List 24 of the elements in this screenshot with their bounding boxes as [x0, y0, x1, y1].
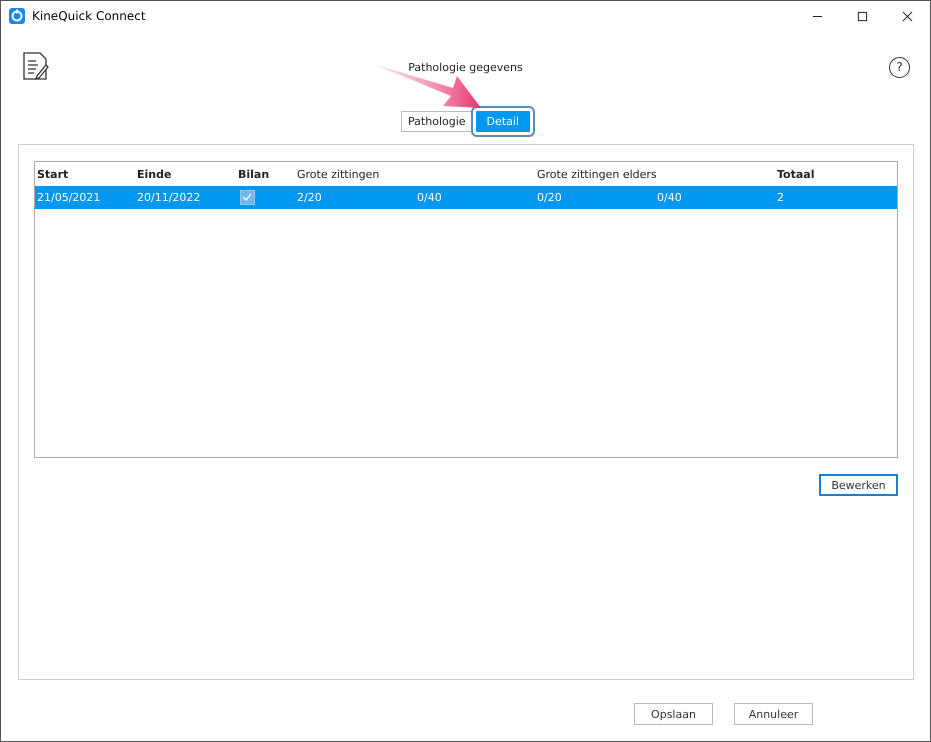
table-cell-text: 0/20 — [536, 191, 563, 204]
column-header: Grote zittingen elders — [536, 168, 655, 180]
edit-button[interactable]: Bewerken — [819, 474, 898, 496]
table-cell-text: 0/40 — [656, 191, 683, 204]
checkbox[interactable] — [240, 190, 255, 205]
app-logo-icon — [9, 8, 25, 24]
tab[interactable]: Pathologie — [401, 111, 473, 132]
table-cell-text: 20/11/2022 — [136, 191, 202, 204]
page-title: Pathologie gegevens — [408, 60, 523, 74]
table-cell-text: 21/05/2021 — [36, 191, 102, 204]
table-cell-text: 2 — [776, 191, 785, 204]
dialog-button[interactable]: Opslaan — [634, 703, 713, 725]
window-title: KineQuick Connect — [32, 9, 146, 23]
help-button[interactable]: ? — [889, 56, 910, 78]
document-pen-icon — [21, 51, 51, 83]
column-header: Totaal — [776, 168, 816, 180]
dialog-button[interactable]: Annuleer — [734, 703, 813, 725]
column-header: Grote zittingen — [296, 168, 380, 180]
table-cell-text: 2/20 — [296, 191, 323, 204]
column-header: Einde — [136, 168, 172, 180]
column-header: Start — [36, 168, 70, 180]
table-cell-text: 0/40 — [416, 191, 443, 204]
column-header: Bilan — [237, 168, 270, 180]
checkmark-icon — [241, 191, 253, 203]
